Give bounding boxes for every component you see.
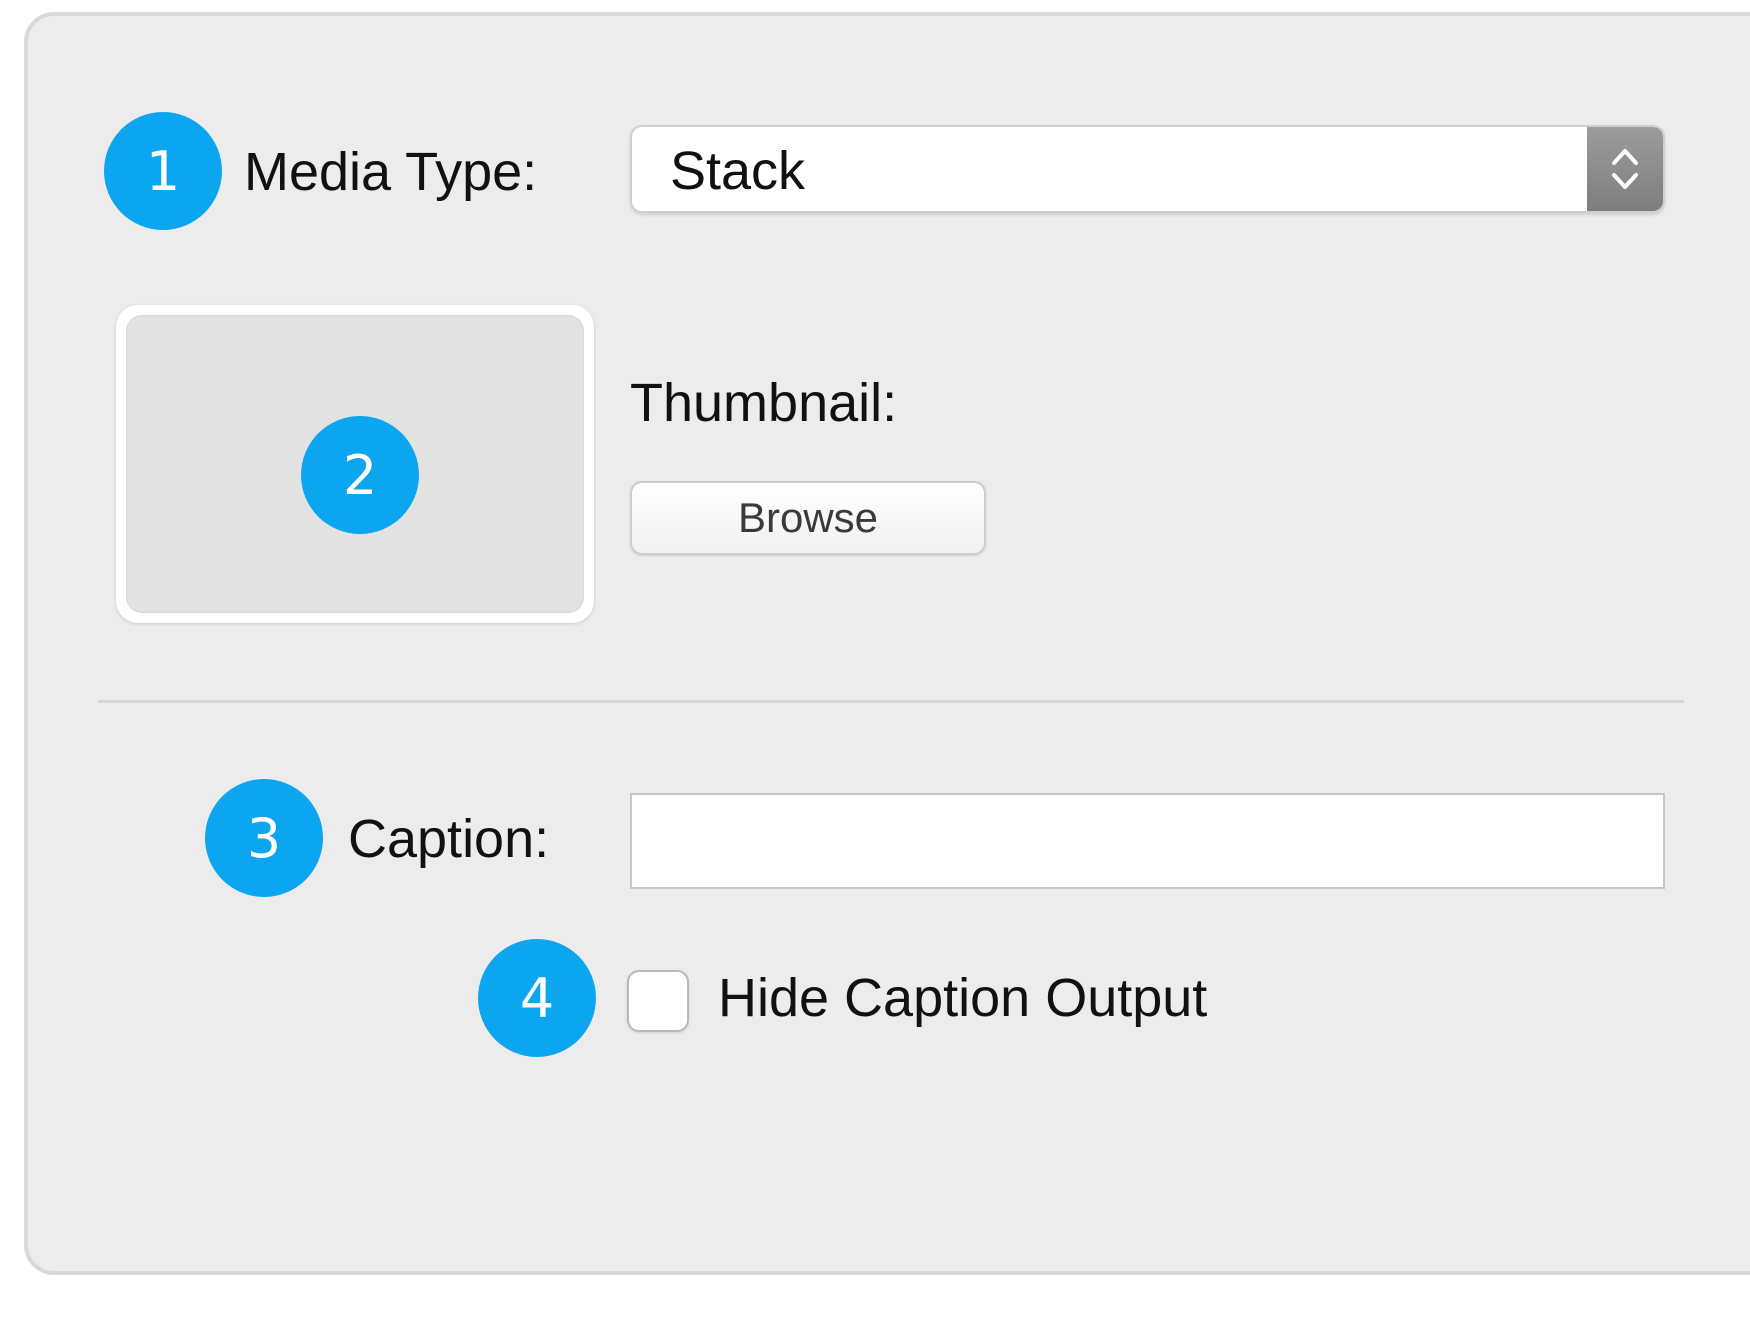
hide-caption-checkbox[interactable] bbox=[627, 970, 689, 1032]
browse-button[interactable]: Browse bbox=[630, 481, 986, 555]
callout-badge-4: 4 bbox=[478, 939, 596, 1057]
media-type-label: Media Type: bbox=[244, 142, 538, 202]
callout-badge-2: 2 bbox=[301, 416, 419, 534]
media-type-popup[interactable]: Stack bbox=[630, 125, 1665, 213]
thumbnail-label: Thumbnail: bbox=[630, 373, 898, 433]
up-down-chevron-icon bbox=[1587, 127, 1663, 211]
section-divider bbox=[98, 700, 1684, 703]
hide-caption-label[interactable]: Hide Caption Output bbox=[718, 971, 1207, 1025]
callout-badge-1: 1 bbox=[104, 112, 222, 230]
callout-badge-3: 3 bbox=[205, 779, 323, 897]
caption-input[interactable] bbox=[630, 793, 1665, 889]
media-type-value: Stack bbox=[670, 141, 806, 201]
caption-label: Caption: bbox=[348, 809, 550, 869]
